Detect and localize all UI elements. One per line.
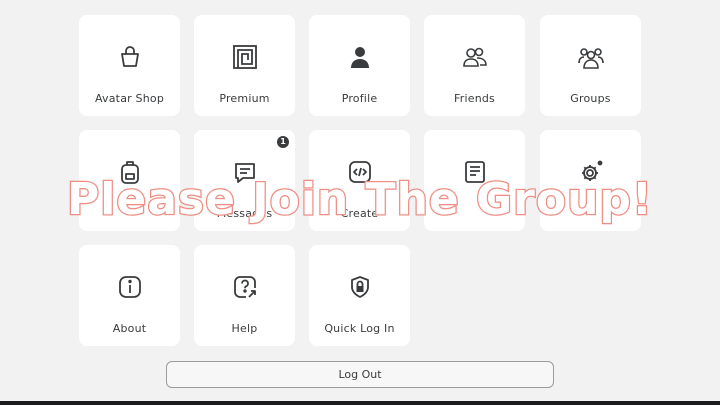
bottom-bar <box>0 401 720 405</box>
premium-tile[interactable]: Premium <box>194 15 295 116</box>
friends-tile[interactable]: Friends <box>424 15 525 116</box>
tile-label: Avatar Shop <box>94 92 165 105</box>
tile-label: Groups <box>570 92 611 105</box>
tile-label: Premium <box>219 92 270 105</box>
tile-label: Help <box>231 322 258 335</box>
overlay-caption: Please Join The Group! <box>66 173 653 227</box>
info-icon <box>117 274 143 300</box>
help-tile[interactable]: Help <box>194 245 295 346</box>
lock-shield-icon <box>347 274 373 300</box>
groups-icon <box>577 44 604 70</box>
premium-icon <box>232 44 258 70</box>
avatar-shop-tile[interactable]: Avatar Shop <box>79 15 180 116</box>
tile-label: About <box>112 322 147 335</box>
tile-label: Quick Log In <box>324 322 395 335</box>
tile-label: Friends <box>454 92 495 105</box>
groups-tile[interactable]: Groups <box>540 15 641 116</box>
shopping-bag-icon <box>117 44 143 70</box>
help-icon <box>232 274 258 300</box>
notification-badge: 1 <box>277 136 289 148</box>
person-icon <box>347 44 373 70</box>
friends-icon <box>462 44 488 70</box>
about-tile[interactable]: About <box>79 245 180 346</box>
log-out-button[interactable]: Log Out <box>166 361 554 388</box>
quick-log-in-tile[interactable]: Quick Log In <box>309 245 410 346</box>
tile-label: Profile <box>341 92 378 105</box>
profile-tile[interactable]: Profile <box>309 15 410 116</box>
